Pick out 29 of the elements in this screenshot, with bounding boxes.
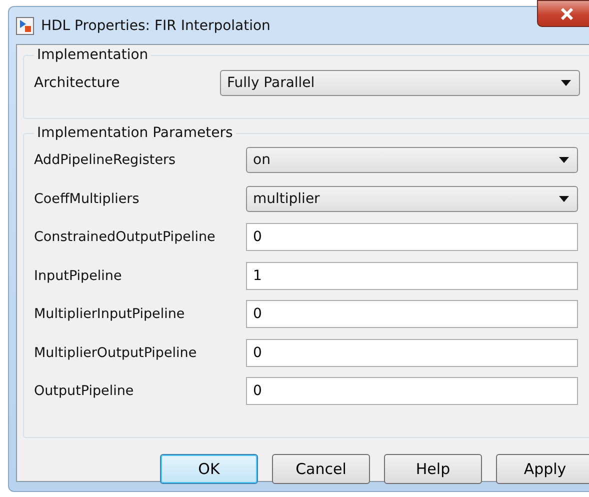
input-field[interactable]: 0 <box>246 377 578 406</box>
dropdown-arrow-icon <box>559 196 569 202</box>
app-icon <box>16 16 34 34</box>
dialog-button[interactable]: OK <box>160 454 258 484</box>
dialog-button[interactable]: Cancel <box>272 454 370 484</box>
input-field[interactable]: 0 <box>246 223 578 252</box>
field-label: CoeffMultipliers <box>34 190 140 207</box>
field-label: Architecture <box>34 75 121 91</box>
dropdown-arrow-icon <box>559 157 569 164</box>
field-label: InputPipeline <box>34 268 123 284</box>
field-label: ConstrainedOutputPipeline <box>34 229 216 246</box>
group-legend: Implementation <box>34 47 152 63</box>
group-legend: Implementation Parameters <box>34 125 236 141</box>
architecture-dropdown[interactable]: Fully Parallel <box>220 70 580 96</box>
field-label: MultiplierInputPipeline <box>34 306 186 322</box>
window-title: HDL Properties: FIR Interpolation <box>41 18 270 34</box>
dialog-button[interactable]: Help <box>384 454 482 484</box>
close-icon <box>560 8 574 20</box>
input-field[interactable]: 0 <box>246 300 578 328</box>
dropdown[interactable]: on <box>246 147 578 174</box>
close-button[interactable] <box>537 0 589 27</box>
field-label: AddPipelineRegisters <box>34 152 177 168</box>
input-field[interactable]: 1 <box>246 262 578 290</box>
field-label: MultiplierOutputPipeline <box>34 344 198 361</box>
dropdown[interactable]: multiplier <box>246 186 578 212</box>
dialog-button[interactable]: Apply <box>496 454 589 484</box>
dropdown-arrow-icon <box>561 80 571 86</box>
input-field[interactable]: 0 <box>246 338 578 367</box>
field-label: OutputPipeline <box>34 383 135 400</box>
